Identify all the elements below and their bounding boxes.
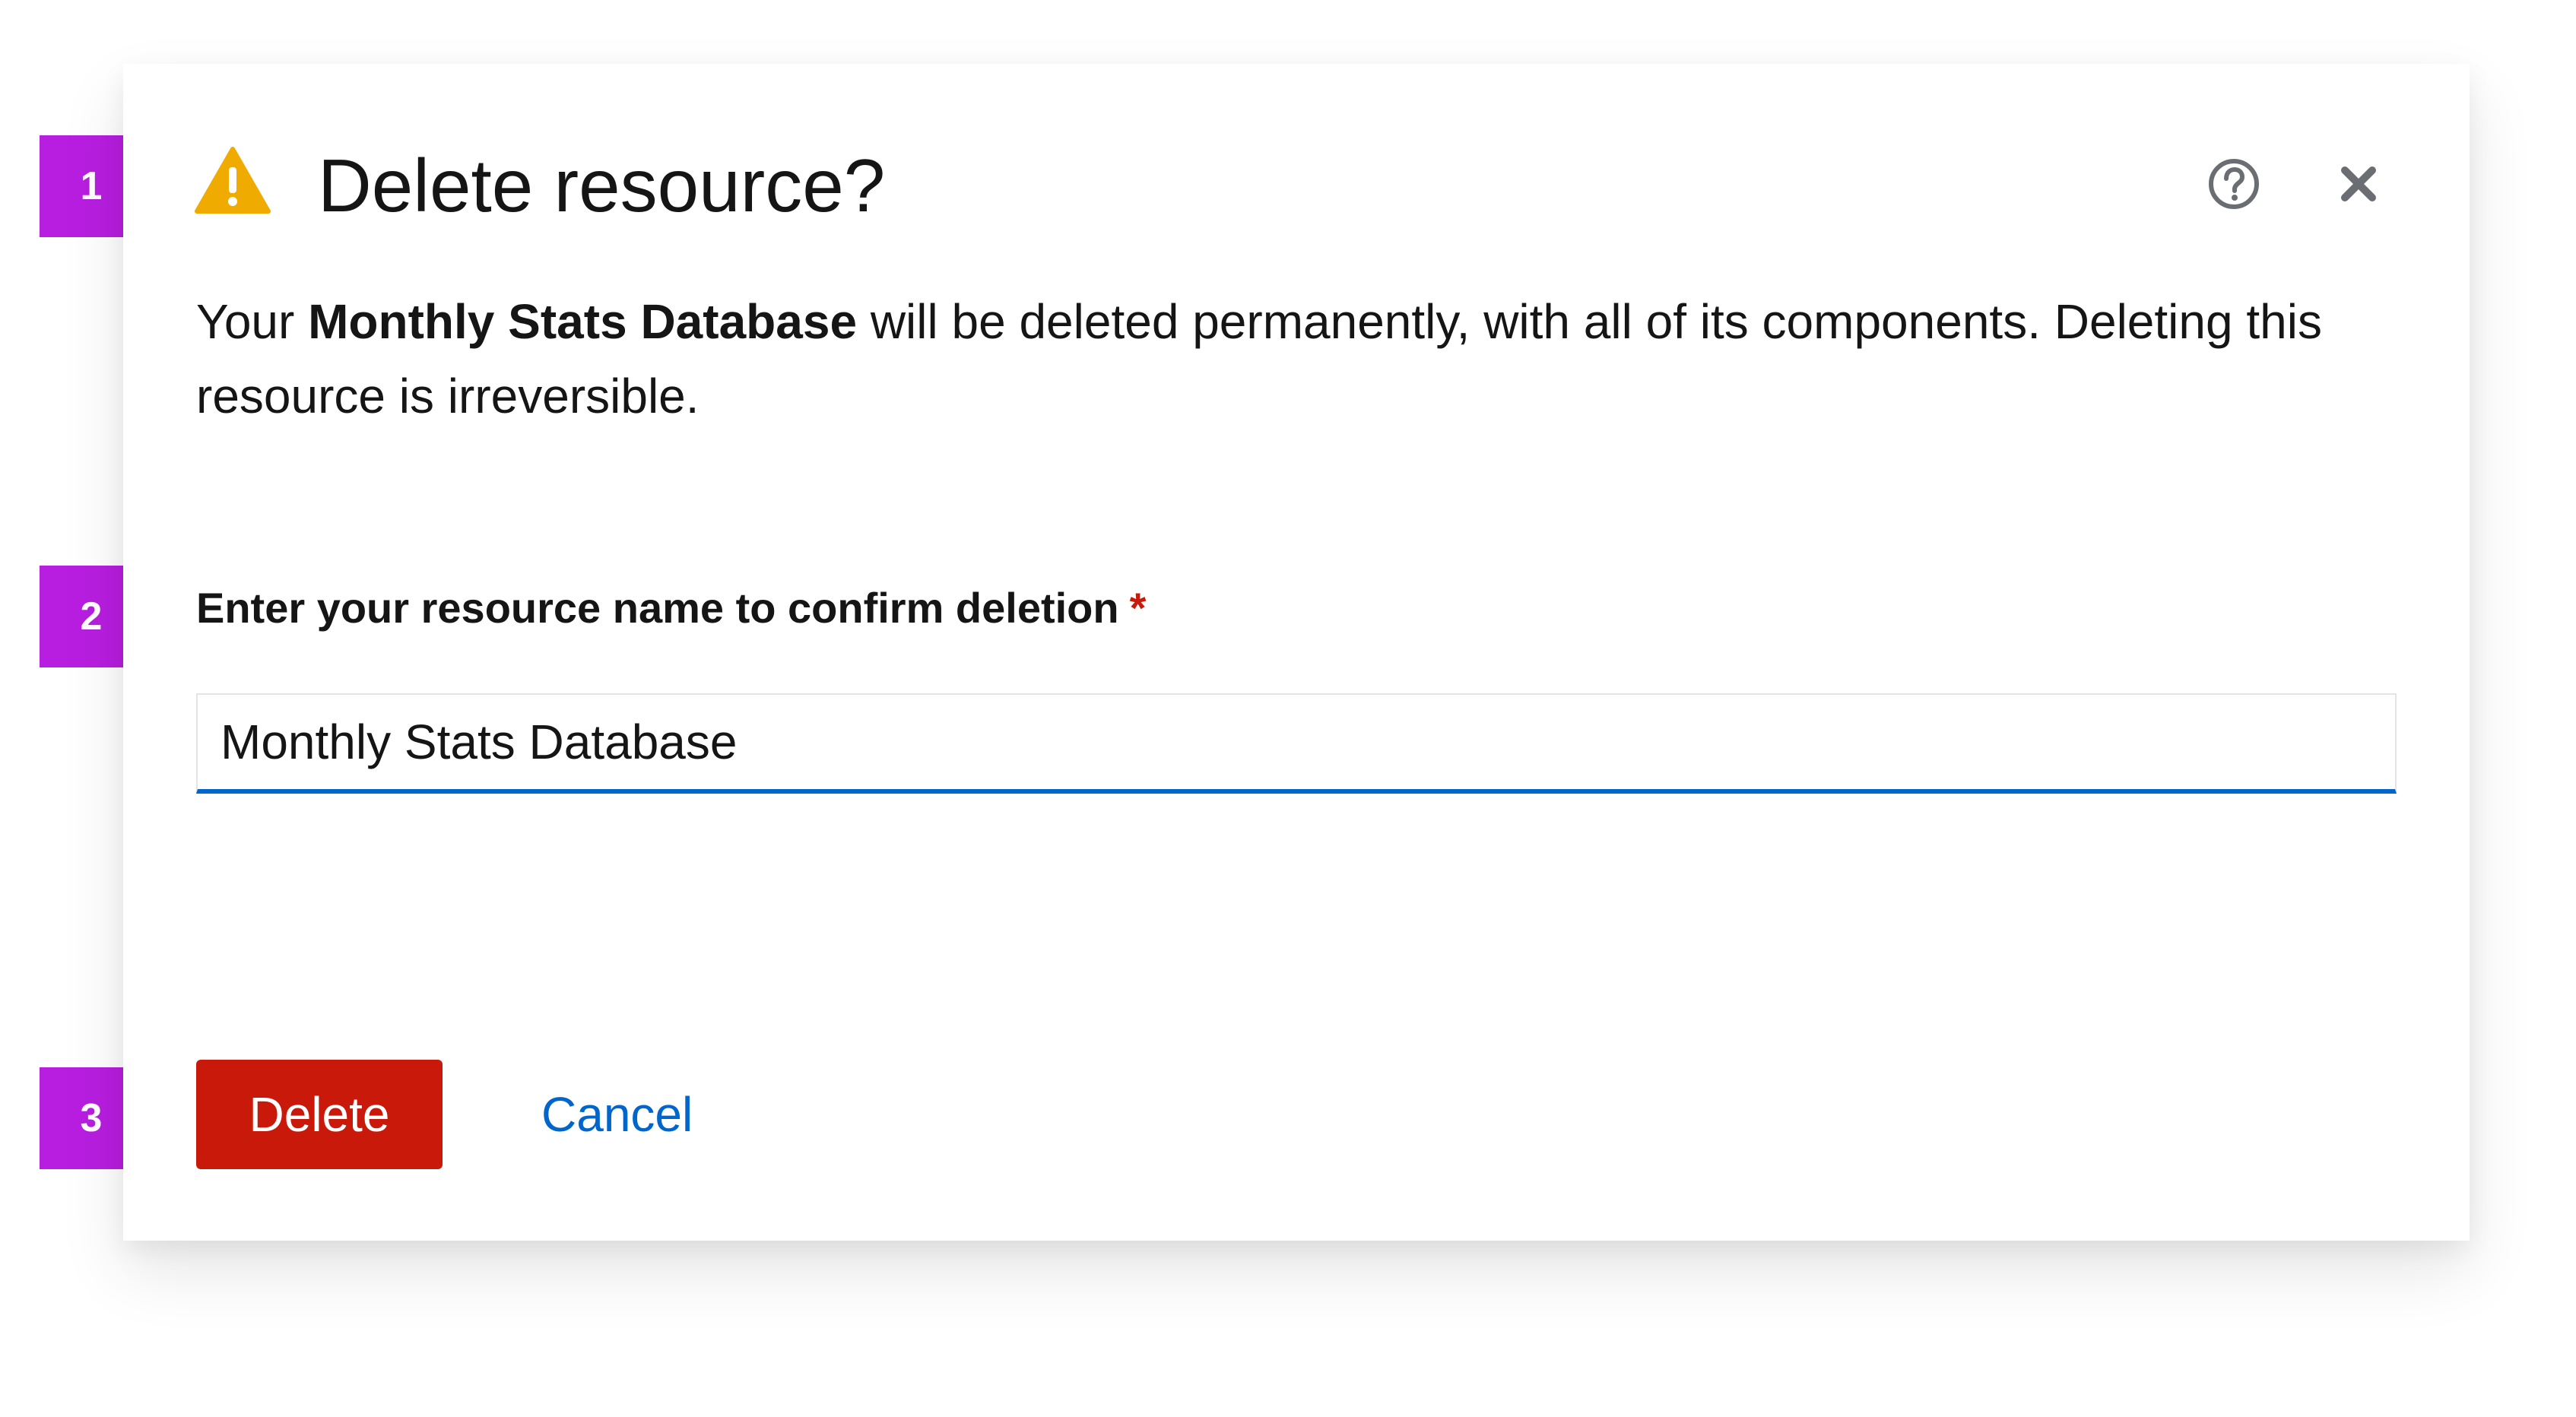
- resource-name: Monthly Stats Database: [308, 294, 858, 349]
- modal-title: Delete resource?: [318, 144, 886, 227]
- resource-name-input[interactable]: [196, 693, 2397, 794]
- required-marker: *: [1129, 584, 1147, 632]
- warning-triangle-icon: [195, 146, 271, 214]
- modal-body-text: Your Monthly Stats Database will be dele…: [196, 284, 2416, 433]
- body-text-prefix: Your: [196, 294, 309, 349]
- canvas: 1 2 3 Delete resource? Your Monthly Stat…: [0, 0, 2576, 1417]
- close-icon[interactable]: [2334, 160, 2383, 208]
- confirm-field-label-text: Enter your resource name to confirm dele…: [196, 584, 1119, 632]
- cancel-button[interactable]: Cancel: [541, 1075, 693, 1154]
- delete-resource-modal: Delete resource? Your Monthly Stats Data…: [123, 64, 2470, 1241]
- confirm-field-label: Enter your resource name to confirm dele…: [196, 578, 1146, 639]
- help-circle-icon[interactable]: [2206, 157, 2261, 211]
- delete-button[interactable]: Delete: [196, 1060, 443, 1169]
